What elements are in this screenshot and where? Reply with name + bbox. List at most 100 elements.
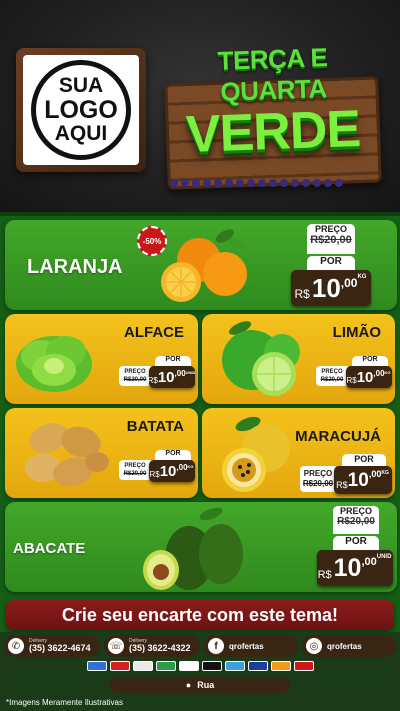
product-name: LIMÃO xyxy=(332,324,381,341)
price-value: 10 xyxy=(333,554,362,582)
price-tag: R$ 10 ,00 UNID xyxy=(317,550,393,586)
old-price-label: PREÇO xyxy=(321,369,343,375)
product-card-limao[interactable]: LIMÃO POR PREÇO R$20,00 R$ 10 ,00 KG xyxy=(202,314,395,404)
price-unit: UNID xyxy=(185,370,196,375)
por-label: POR xyxy=(342,454,386,466)
card-icon xyxy=(155,661,176,671)
price-value: 10 xyxy=(356,369,374,386)
card-icon xyxy=(293,661,314,671)
old-price-tag: PREÇO R$20,00 xyxy=(307,224,355,254)
card-icon xyxy=(178,661,199,671)
price-value: 10 xyxy=(347,470,369,491)
price-cents: ,00 xyxy=(176,463,188,472)
por-label: POR xyxy=(155,450,191,460)
price-value: 10 xyxy=(311,273,341,303)
product-card-alface[interactable]: ALFACE POR PREÇO R$20,00 R$ 10 ,00 UNID xyxy=(5,314,198,404)
price-currency: R$ xyxy=(336,480,348,490)
old-price-tag: PREÇO R$20,00 xyxy=(300,466,336,492)
price-value: 10 xyxy=(159,463,177,480)
product-name: LARANJA xyxy=(27,256,123,278)
product-name: ABACATE xyxy=(13,540,86,557)
price-tag: R$ 10 ,00 UNID xyxy=(147,366,196,388)
card-icon xyxy=(224,661,245,671)
logo-line-2: LOGO xyxy=(44,95,118,124)
por-label: POR xyxy=(307,256,355,270)
old-price-tag: PREÇO R$20,00 xyxy=(119,460,151,480)
address-text: Rua xyxy=(197,680,215,690)
hero-title: TERÇA E QUARTA VERDE xyxy=(162,42,384,194)
price-value: 10 xyxy=(157,369,175,386)
product-card-maracuja[interactable]: MARACUJÁ POR PREÇO R$20,00 R$ 10 ,00 KG xyxy=(202,408,395,498)
old-price-tag: PREÇO R$20,00 xyxy=(316,366,348,386)
location-pin-icon: ● xyxy=(185,680,192,690)
logo-line-1: SUA xyxy=(58,73,104,97)
card-icon xyxy=(132,661,153,671)
por-label: POR xyxy=(352,356,388,366)
price-cents: ,00 xyxy=(368,469,382,479)
por-label: POR xyxy=(333,536,379,550)
avocado-image xyxy=(143,507,243,590)
lime-image xyxy=(222,321,300,396)
instagram-icon: ◎ xyxy=(306,638,322,654)
price-currency: R$ xyxy=(346,376,357,385)
price-tag: R$ 10 ,00 KG xyxy=(149,460,195,482)
whatsapp-icon: ✆ xyxy=(8,638,24,654)
price-currency: R$ xyxy=(294,287,310,301)
old-price-tag: PREÇO R$20,00 xyxy=(333,506,379,534)
old-price-value: R$20,00 xyxy=(310,234,352,246)
old-price-label: PREÇO xyxy=(124,369,146,375)
promo-banner[interactable]: Crie seu encarte com este tema! xyxy=(6,600,394,630)
hero-main-title: VERDE xyxy=(184,99,362,165)
product-name: MARACUJÁ xyxy=(295,428,381,445)
logo-line-3: AQUI xyxy=(54,122,108,146)
price-cents: ,00 xyxy=(174,369,186,378)
price-unit: KG xyxy=(384,370,391,375)
price-tag: R$ 10 ,00 KG xyxy=(334,466,392,494)
passion-fruit-image xyxy=(222,416,290,492)
contact-value: qrofertas xyxy=(327,641,362,651)
contact-whatsapp[interactable]: ✆ Delivery (35) 3622-4674 xyxy=(4,635,100,657)
contact-phone[interactable]: ☏ Delivery (35) 3622-4322 xyxy=(104,635,200,657)
product-card-abacate[interactable]: ABACATE PREÇO R$20,00 POR R$ 10 ,00 UNID xyxy=(5,502,397,592)
logo-card: SUA LOGO AQUI xyxy=(23,55,139,165)
price-currency: R$ xyxy=(147,376,158,385)
contact-instagram[interactable]: ◎ qrofertas xyxy=(302,635,396,657)
price-unit: UNID xyxy=(376,554,392,560)
product-card-laranja[interactable]: LARANJA -50% PREÇO R$20,00 POR R$ 10 ,00… xyxy=(5,220,397,310)
product-name: ALFACE xyxy=(124,324,184,341)
old-price-value: R$20,00 xyxy=(320,377,344,383)
contact-value: (35) 3622-4674 xyxy=(29,643,91,653)
price-currency: R$ xyxy=(317,569,332,581)
card-icon xyxy=(109,661,130,671)
contact-facebook[interactable]: f qrofertas xyxy=(204,635,298,657)
old-price-label: PREÇO xyxy=(303,469,333,478)
por-label: POR xyxy=(155,356,191,366)
price-unit: KG xyxy=(187,464,194,469)
old-price-value: R$20,00 xyxy=(337,516,375,527)
card-icon xyxy=(247,661,268,671)
old-price-tag: PREÇO R$20,00 xyxy=(119,366,151,386)
price-cents: ,00 xyxy=(361,556,377,568)
price-currency: R$ xyxy=(149,470,160,479)
old-price-label: PREÇO xyxy=(339,506,372,516)
product-name: BATATA xyxy=(126,418,184,435)
card-icon xyxy=(270,661,291,671)
disclaimer: *Imagens Meramente Ilustrativas xyxy=(6,698,123,707)
price-cents: ,00 xyxy=(340,276,358,290)
price-tag: R$ 10 ,00 KG xyxy=(346,366,392,388)
card-icon xyxy=(86,661,107,671)
logo-placeholder: SUA LOGO AQUI xyxy=(16,48,146,172)
old-price-value: R$20,00 xyxy=(123,377,147,383)
potato-image xyxy=(25,423,109,487)
product-card-batata[interactable]: BATATA POR PREÇO R$20,00 R$ 10 ,00 KG xyxy=(5,408,198,498)
address-bar[interactable]: ● Rua xyxy=(110,677,290,693)
lettuce-image xyxy=(16,336,92,392)
logo-circle: SUA LOGO AQUI xyxy=(31,60,131,160)
berries-decoration xyxy=(170,174,380,190)
facebook-icon: f xyxy=(208,638,224,654)
contact-value: (35) 3622-4322 xyxy=(129,643,191,653)
price-cents: ,00 xyxy=(373,369,385,378)
old-price-value: R$20,00 xyxy=(123,471,147,477)
price-unit: KG xyxy=(381,470,389,476)
phone-icon: ☏ xyxy=(108,638,124,654)
